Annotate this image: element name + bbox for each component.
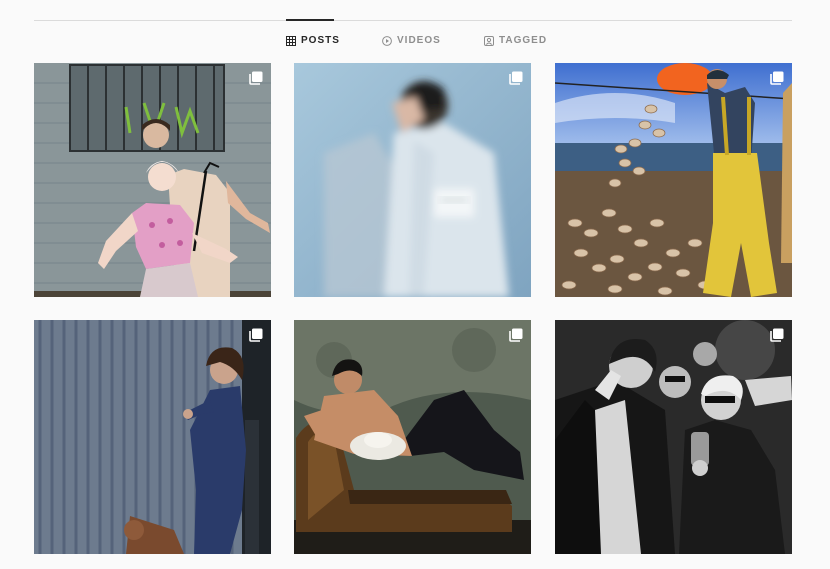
profile-tabs: POSTS VIDEOS TAGGED <box>0 35 830 51</box>
post-tile[interactable] <box>34 320 271 554</box>
post-tile[interactable] <box>294 320 531 554</box>
tab-posts[interactable]: POSTS <box>286 35 340 46</box>
post-tile[interactable] <box>294 63 531 297</box>
multiple-photos-icon <box>509 71 523 85</box>
multiple-photos-icon <box>249 328 263 342</box>
multiple-photos-icon <box>770 328 784 342</box>
blurred-man-portrait-photo <box>294 63 531 297</box>
multiple-photos-icon <box>509 328 523 342</box>
tab-posts-label: POSTS <box>301 35 340 46</box>
party-group-bw-photo <box>555 320 792 554</box>
play-circle-icon <box>382 35 392 46</box>
tabs-divider <box>34 20 792 21</box>
active-tab-indicator <box>286 19 334 21</box>
post-tile[interactable] <box>34 63 271 297</box>
tab-tagged[interactable]: TAGGED <box>484 35 547 46</box>
post-tile[interactable] <box>555 320 792 554</box>
man-by-corrugated-wall-photo <box>34 320 271 554</box>
man-on-chaise-longue-photo <box>294 320 531 554</box>
multiple-photos-icon <box>770 71 784 85</box>
tagged-user-icon <box>484 35 494 46</box>
post-tile[interactable] <box>555 63 792 297</box>
tab-videos[interactable]: VIDEOS <box>382 35 441 46</box>
tab-videos-label: VIDEOS <box>397 35 441 46</box>
couple-against-wall-photo <box>34 63 271 297</box>
tab-tagged-label: TAGGED <box>499 35 548 46</box>
fisherman-scallops-photo <box>555 63 792 297</box>
grid-icon <box>286 35 296 46</box>
multiple-photos-icon <box>249 71 263 85</box>
